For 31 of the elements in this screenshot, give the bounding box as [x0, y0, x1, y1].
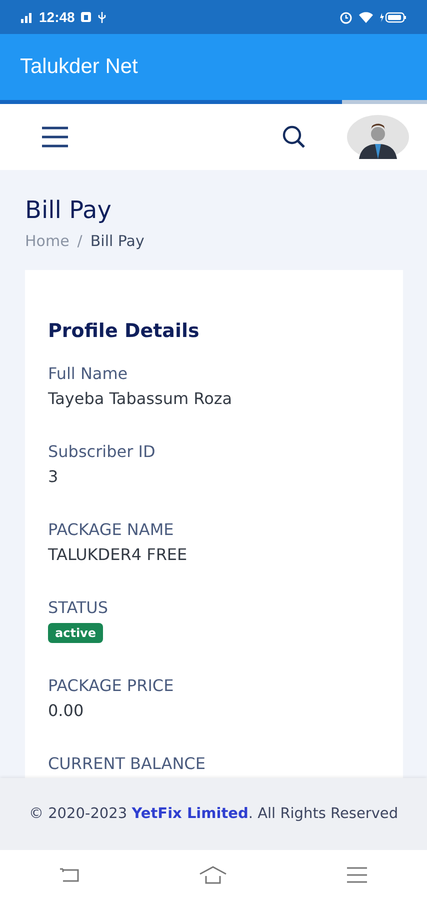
copyright-text: © 2020-2023 YetFix Limited. All Rights Reserved [28, 806, 398, 822]
usb-icon [96, 10, 107, 24]
search-icon[interactable] [281, 124, 307, 150]
status-badge: active [48, 623, 104, 643]
field-label: STATUS [48, 598, 110, 617]
recents-icon[interactable] [346, 867, 368, 883]
page-title: Bill Pay [25, 196, 112, 224]
field-label: Full Name [48, 364, 129, 383]
breadcrumb-separator: / [77, 232, 82, 250]
clock-time: 12:48 [39, 9, 75, 25]
menu-icon[interactable] [41, 126, 69, 148]
field-label: Subscriber ID [48, 442, 156, 461]
company-link[interactable]: YetFix Limited [132, 806, 248, 822]
battery-icon [379, 10, 407, 24]
field-label: CURRENT BALANCE [48, 754, 206, 773]
field-value: 0.00 [48, 701, 85, 720]
field-value: Tayeba Tabassum Roza [48, 389, 234, 408]
breadcrumb-item: Bill Pay [90, 232, 144, 250]
field-value: 3 [48, 467, 60, 486]
avatar-button[interactable] [347, 115, 409, 159]
signal-icon [20, 10, 34, 24]
wifi-icon [358, 10, 374, 24]
field-label: PACKAGE NAME [48, 520, 175, 539]
home-icon[interactable] [199, 866, 228, 884]
back-icon[interactable] [59, 867, 82, 883]
app-title: Talukder Net [20, 55, 138, 79]
card-title: Profile Details [48, 320, 200, 342]
field-value: TALUKDER4 FREE [48, 545, 188, 564]
field-label: PACKAGE PRICE [48, 676, 175, 695]
notification-icon [80, 11, 92, 23]
alarm-icon [339, 10, 353, 24]
